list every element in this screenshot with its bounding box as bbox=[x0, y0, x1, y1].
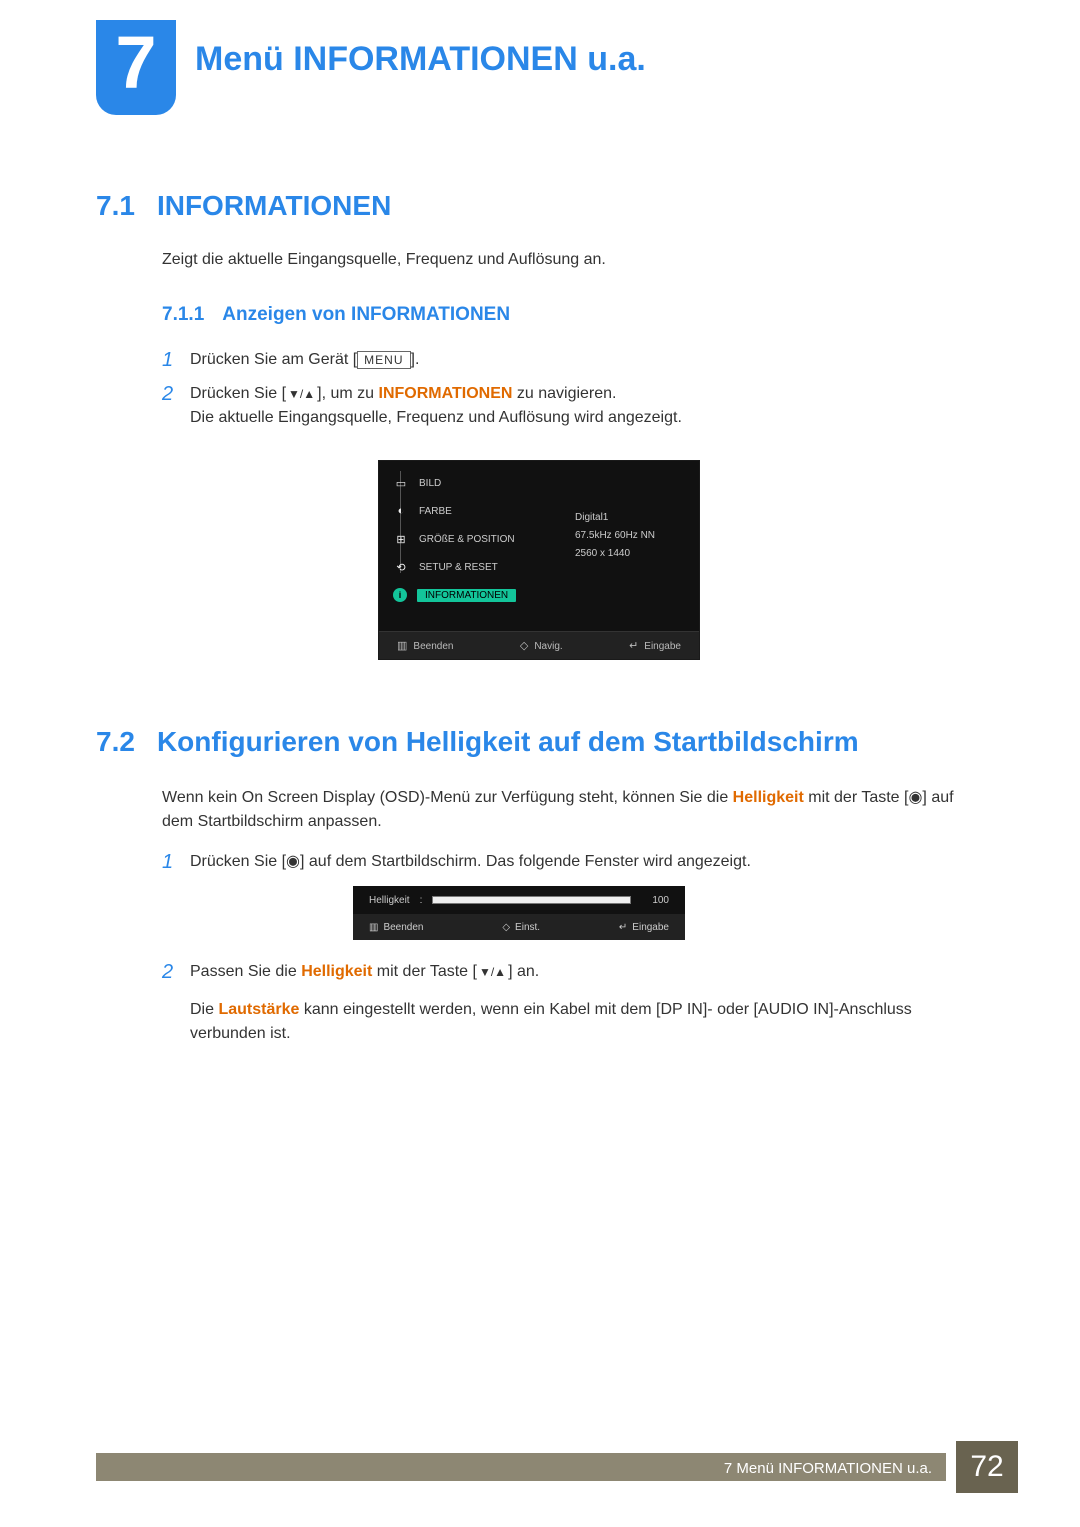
brightness-slider bbox=[432, 896, 631, 904]
section-7-2-para: Wenn kein On Screen Display (OSD)-Menü z… bbox=[162, 786, 984, 834]
size-position-icon: ⊞ bbox=[393, 532, 409, 546]
s72-step2-body: Passen Sie die Helligkeit mit der Taste … bbox=[190, 960, 984, 1046]
s72-step2-a: Passen Sie die bbox=[190, 963, 301, 980]
s72-step1-a: Drücken Sie [ bbox=[190, 853, 286, 870]
osd-item-setup: SETUP & RESET bbox=[419, 562, 498, 573]
osd-item-informationen: INFORMATIONEN bbox=[417, 589, 516, 602]
osd2-label: Helligkeit bbox=[369, 895, 410, 906]
osd-info-freq: 67.5kHz 60Hz NN bbox=[575, 527, 685, 545]
enter-icon: ↵ bbox=[629, 640, 638, 652]
circle-button-icon: ◉ bbox=[286, 853, 300, 870]
osd-brightness-bar: Helligkeit : 100 ▥Beenden ◇Einst. ↵Einga… bbox=[353, 886, 685, 940]
menu-icon: ▥ bbox=[369, 922, 378, 933]
step1-text-b: ]. bbox=[411, 351, 420, 368]
section-7-1-1-title: Anzeigen von INFORMATIONEN bbox=[222, 304, 510, 326]
s72-step2-b: mit der Taste [ bbox=[372, 963, 477, 980]
s72-para-b: mit der Taste [ bbox=[804, 789, 909, 806]
osd-item-farbe: FARBE bbox=[419, 506, 452, 517]
step-number-1: 1 bbox=[162, 348, 176, 372]
up-down-arrows-icon: ▼/▲ bbox=[477, 960, 508, 984]
step-2-body: Drücken Sie [▼/▲], um zu INFORMATIONEN z… bbox=[190, 382, 984, 430]
step-1-body: Drücken Sie am Gerät [MENU]. bbox=[190, 348, 984, 372]
osd-footer-exit: ▥Beenden bbox=[397, 639, 453, 652]
s72-step-number-1: 1 bbox=[162, 850, 176, 874]
section-7-1-number: 7.1 bbox=[96, 190, 135, 222]
nav-diamond-icon: ◇ bbox=[520, 640, 528, 652]
setup-reset-icon: ⟲ bbox=[393, 560, 409, 574]
menu-icon: ▥ bbox=[397, 640, 407, 652]
osd2-colon: : bbox=[420, 895, 423, 906]
osd-info-signal: Digital1 bbox=[575, 509, 685, 527]
osd2-footer-exit: ▥Beenden bbox=[369, 922, 424, 933]
s72-para-em: Helligkeit bbox=[733, 789, 804, 806]
section-7-1-1-number: 7.1.1 bbox=[162, 304, 204, 326]
osd-footer-enter: ↵Eingabe bbox=[629, 639, 681, 652]
osd2-footer-enter: ↵Eingabe bbox=[619, 922, 669, 933]
brightness-value: 100 bbox=[641, 895, 669, 906]
s72-step2-c: ] an. bbox=[508, 963, 539, 980]
osd-item-bild: BILD bbox=[419, 478, 441, 489]
section-7-2-number: 7.2 bbox=[96, 726, 135, 758]
step1-text-a: Drücken Sie am Gerät [ bbox=[190, 351, 357, 368]
step2-text-b: ], um zu bbox=[317, 385, 378, 402]
step2-line2: Die aktuelle Eingangsquelle, Frequenz un… bbox=[190, 409, 682, 426]
color-icon: ◐ bbox=[393, 504, 409, 518]
chapter-title: Menü INFORMATIONEN u.a. bbox=[195, 40, 646, 79]
s72-para-a: Wenn kein On Screen Display (OSD)-Menü z… bbox=[162, 789, 733, 806]
picture-icon: ▭ bbox=[393, 476, 409, 490]
section-7-2-title: Konfigurieren von Helligkeit auf dem Sta… bbox=[157, 726, 859, 758]
section-7-1-intro: Zeigt die aktuelle Eingangsquelle, Frequ… bbox=[162, 248, 984, 272]
osd-info-panel: Digital1 67.5kHz 60Hz NN 2560 x 1440 bbox=[575, 509, 685, 563]
s72-note-b: kann eingestellt werden, wenn ein Kabel … bbox=[190, 1001, 912, 1042]
s72-note-a: Die bbox=[190, 1001, 218, 1018]
nav-diamond-icon: ◇ bbox=[502, 922, 510, 933]
s72-step1-b: ] auf dem Startbildschirm. Das folgende … bbox=[300, 853, 751, 870]
osd2-footer: ▥Beenden ◇Einst. ↵Eingabe bbox=[353, 914, 685, 940]
osd-info-res: 2560 x 1440 bbox=[575, 545, 685, 563]
s72-step2-em: Helligkeit bbox=[301, 963, 372, 980]
osd-item-groesse: GRÖßE & POSITION bbox=[419, 534, 515, 545]
step-number-2: 2 bbox=[162, 382, 176, 430]
step2-emphasis: INFORMATIONEN bbox=[379, 385, 513, 402]
circle-button-icon: ◉ bbox=[908, 789, 922, 806]
section-7-1-title: INFORMATIONEN bbox=[157, 190, 391, 222]
enter-icon: ↵ bbox=[619, 922, 627, 933]
chapter-number: 7 bbox=[115, 26, 156, 100]
page-footer-text: 7 Menü INFORMATIONEN u.a. bbox=[724, 1460, 932, 1477]
osd-footer: ▥Beenden ◇Navig. ↵Eingabe bbox=[379, 631, 699, 659]
step2-text-a: Drücken Sie [ bbox=[190, 385, 286, 402]
osd-footer-nav: ◇Navig. bbox=[520, 639, 563, 652]
menu-button-label: MENU bbox=[357, 351, 410, 369]
osd2-footer-adjust: ◇Einst. bbox=[502, 922, 540, 933]
s72-step1-body: Drücken Sie [◉] auf dem Startbildschirm.… bbox=[190, 850, 984, 874]
s72-note-em: Lautstärke bbox=[218, 1001, 299, 1018]
osd-main-menu: ▭ BILD ◐ FARBE ⊞ GRÖßE & POSITION ⟲ SETU… bbox=[378, 460, 700, 660]
step2-text-c: zu navigieren. bbox=[512, 385, 616, 402]
info-icon: i bbox=[393, 588, 407, 602]
page-number: 72 bbox=[956, 1441, 1018, 1493]
up-down-arrows-icon: ▼/▲ bbox=[286, 382, 317, 406]
s72-step-number-2: 2 bbox=[162, 960, 176, 1046]
chapter-tab: 7 bbox=[96, 20, 176, 115]
